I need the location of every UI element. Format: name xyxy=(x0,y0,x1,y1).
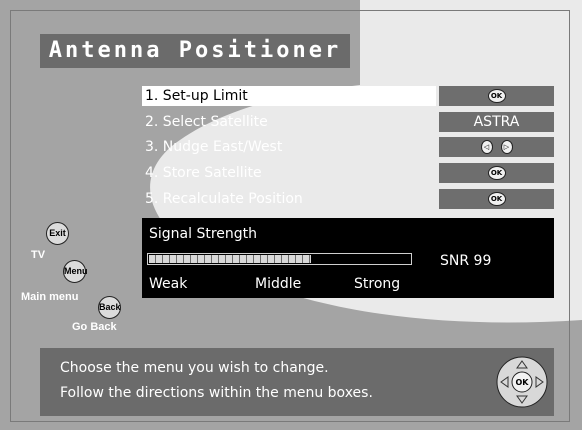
menu-item-label: 3. Nudge East/West xyxy=(145,139,283,155)
arrow-right-icon[interactable]: ▷ xyxy=(500,140,513,154)
signal-strength-panel: Signal Strength SNR 99 Weak Middle Stron… xyxy=(142,218,554,298)
menu-item-label: 5. Recalculate Position xyxy=(145,191,303,207)
help-text-line-1: Choose the menu you wish to change. xyxy=(60,360,329,376)
exit-button[interactable]: Exit xyxy=(46,222,69,245)
signal-strength-title: Signal Strength xyxy=(149,226,258,242)
store-satellite-control[interactable]: OK xyxy=(439,163,554,183)
back-caption: Go Back xyxy=(72,321,117,333)
menu-item-store-satellite[interactable]: 4. Store Satellite OK xyxy=(142,163,554,183)
title-banner: Antenna Positioner xyxy=(40,34,350,68)
ok-icon[interactable]: OK xyxy=(487,89,506,103)
back-button[interactable]: Back xyxy=(98,296,121,319)
menu-item-nudge[interactable]: 3. Nudge East/West ◁ ▷ xyxy=(142,137,554,157)
menu-item-label: 2. Select Satellite xyxy=(145,114,268,130)
menu-item-label: 4. Store Satellite xyxy=(145,165,262,181)
page-title: Antenna Positioner xyxy=(48,38,342,63)
signal-strength-fill xyxy=(149,255,311,263)
help-panel: Choose the menu you wish to change. Foll… xyxy=(40,348,554,416)
menu-button[interactable]: Menu xyxy=(63,260,88,283)
recalculate-control[interactable]: OK xyxy=(439,189,554,209)
nudge-control[interactable]: ◁ ▷ xyxy=(439,137,554,157)
exit-caption: TV xyxy=(31,249,46,261)
tv-screen: Antenna Positioner 1. Set-up Limit OK 2.… xyxy=(0,0,582,430)
scale-middle-label: Middle xyxy=(255,276,302,292)
arrow-left-icon[interactable]: ◁ xyxy=(480,140,493,154)
menu-item-label: 1. Set-up Limit xyxy=(142,86,436,106)
menu-caption: Main menu xyxy=(21,291,79,303)
navigation-pad-icon[interactable]: OK xyxy=(496,356,548,408)
satellite-value[interactable]: ASTRA xyxy=(439,112,554,132)
nav-pad-ok-text: OK xyxy=(516,378,530,387)
ok-icon[interactable]: OK xyxy=(487,166,506,180)
scale-weak-label: Weak xyxy=(149,276,188,292)
menu-item-setup-limit[interactable]: 1. Set-up Limit OK xyxy=(142,86,554,106)
ok-icon[interactable]: OK xyxy=(487,192,506,206)
help-text-line-2: Follow the directions within the menu bo… xyxy=(60,385,373,401)
menu-item-select-satellite[interactable]: 2. Select Satellite ASTRA xyxy=(142,112,554,132)
setup-limit-control[interactable]: OK xyxy=(439,86,554,106)
signal-strength-bar xyxy=(147,253,412,265)
menu-item-recalculate[interactable]: 5. Recalculate Position OK xyxy=(142,189,554,209)
snr-value: SNR 99 xyxy=(440,253,492,269)
scale-strong-label: Strong xyxy=(354,276,401,292)
